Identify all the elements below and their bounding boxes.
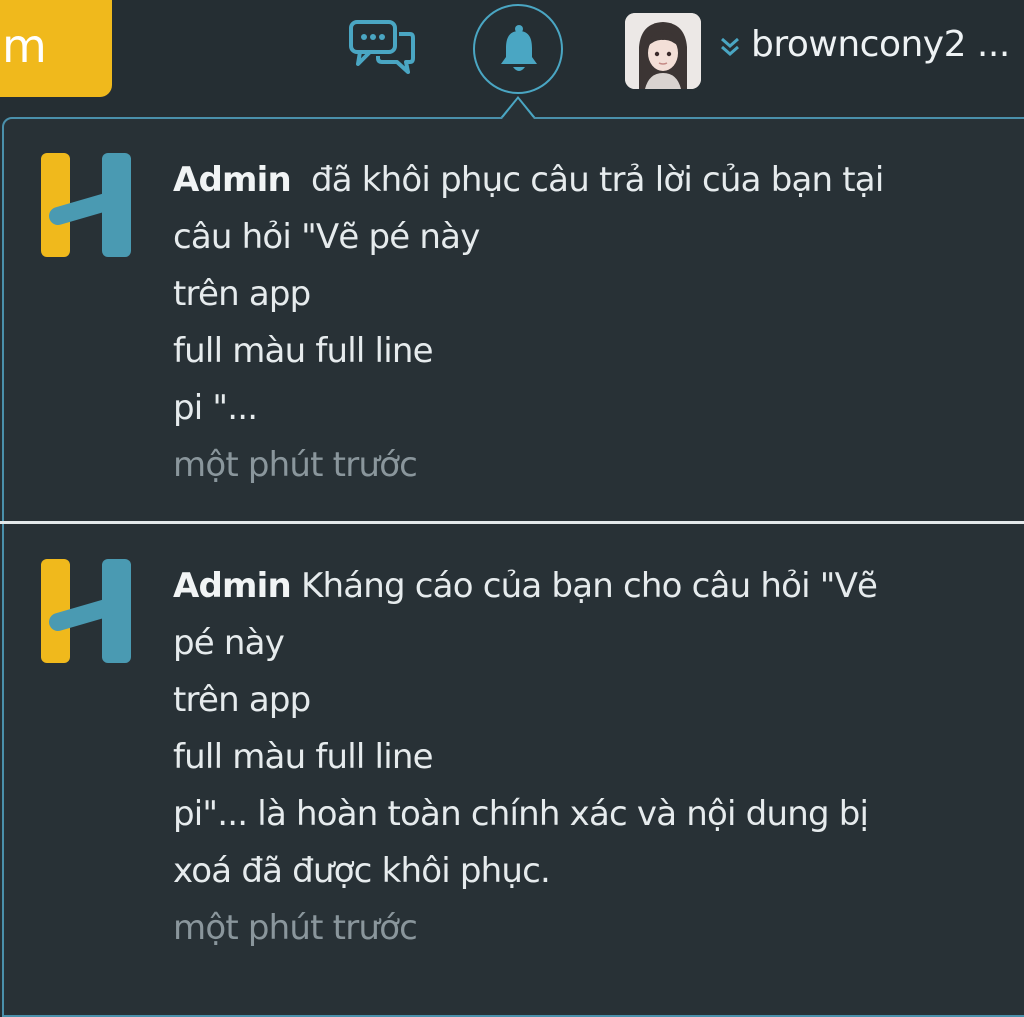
dropdown-caret-fill bbox=[502, 99, 534, 119]
notification-text: Admin Kháng cáo của bạn cho câu hỏi "Vẽ … bbox=[173, 558, 973, 957]
bell-icon bbox=[501, 25, 537, 71]
notification-line: full màu full line bbox=[173, 737, 434, 777]
notification-line: pé này bbox=[173, 623, 285, 663]
avatar-image bbox=[625, 13, 701, 89]
chat-bubbles-icon[interactable] bbox=[348, 18, 416, 76]
notification-line: trên app bbox=[173, 274, 311, 314]
site-logo-icon bbox=[41, 559, 131, 663]
notification-line: Kháng cáo của bạn cho câu hỏi "Vẽ bbox=[300, 566, 878, 606]
notification-item[interactable]: Admin Kháng cáo của bạn cho câu hỏi "Vẽ … bbox=[0, 524, 1024, 985]
notification-text: Admin đã khôi phục câu trả lời của bạn t… bbox=[173, 152, 973, 494]
primary-action-button[interactable]: m bbox=[0, 0, 112, 97]
notification-line: câu hỏi "Vẽ pé này bbox=[173, 217, 480, 257]
site-logo-icon bbox=[41, 153, 131, 257]
double-chevron-down-icon[interactable] bbox=[717, 33, 743, 59]
notification-line: đã khôi phục câu trả lời của bạn tại bbox=[310, 160, 884, 200]
user-avatar[interactable] bbox=[625, 13, 701, 89]
notification-item[interactable]: Admin đã khôi phục câu trả lời của bạn t… bbox=[0, 118, 1024, 522]
notification-timestamp: một phút trước bbox=[173, 445, 418, 485]
notification-timestamp: một phút trước bbox=[173, 908, 418, 948]
notification-line: pi"... là hoàn toàn chính xác và nội dun… bbox=[173, 794, 869, 834]
notification-line: xoá đã được khôi phục. bbox=[173, 851, 551, 891]
notification-author: Admin bbox=[173, 160, 292, 200]
notifications-button[interactable] bbox=[473, 4, 563, 94]
notification-line: trên app bbox=[173, 680, 311, 720]
notification-line: full màu full line bbox=[173, 331, 434, 371]
notification-line: pi "... bbox=[173, 388, 258, 428]
primary-action-label: m bbox=[2, 19, 47, 73]
notification-author: Admin bbox=[173, 566, 292, 606]
username-label[interactable]: browncony2 ... bbox=[751, 18, 1010, 72]
